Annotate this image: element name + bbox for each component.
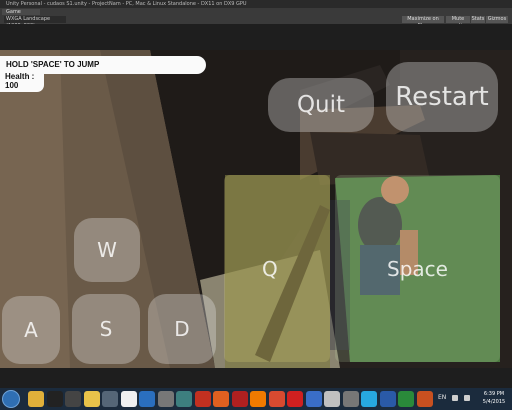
zbrush-icon[interactable] [157,391,174,407]
powerpoint-icon[interactable] [416,391,433,407]
game-view-toolbar: Game WXGA Landscape (1280x800) Maximize … [0,8,512,29]
window-titlebar: Unity Personal - cudaos S1.unity - Proje… [0,0,512,8]
quit-button[interactable]: Quit [268,78,374,132]
excel-icon[interactable] [398,391,414,407]
health-label: Health : [5,72,35,81]
viewport-padding [0,24,512,50]
aspect-ratio-dropdown[interactable]: WXGA Landscape (1280x800) [4,16,66,29]
stats-toggle[interactable]: Stats [471,16,485,23]
health-panel: Health : 100 [0,70,44,92]
opera-icon[interactable] [287,391,303,407]
instruction-text: HOLD 'SPACE' TO JUMP [6,60,100,69]
blender-icon[interactable] [305,391,322,407]
network-icon[interactable] [452,395,458,401]
skype-icon[interactable] [361,391,377,407]
start-button[interactable] [2,390,20,408]
maya-icon[interactable] [176,391,192,407]
viewport-bottom-padding [0,368,512,388]
q-action-button[interactable]: Q [224,175,330,362]
vlc-icon[interactable] [250,391,266,407]
explorer-icon[interactable] [83,391,100,407]
move-right-d-button[interactable]: D [148,294,216,364]
maximize-on-play-toggle[interactable]: Maximize on Play [402,16,444,29]
inkscape-icon[interactable] [120,391,137,407]
media-player-icon[interactable] [213,391,229,407]
move-forward-w-button[interactable]: W [74,218,140,282]
filezilla-icon[interactable] [231,391,248,407]
gimp-icon[interactable] [342,391,359,407]
unity-icon[interactable] [46,391,63,407]
gizmos-dropdown[interactable]: Gizmos [486,16,508,23]
window-title: Unity Personal - cudaos S1.unity - Proje… [6,1,247,7]
language-indicator[interactable]: EN [438,394,446,401]
mute-audio-toggle[interactable]: Mute audio [446,16,470,29]
volume-icon[interactable] [464,395,470,401]
photoshop-icon[interactable] [139,391,155,407]
game-viewport[interactable]: HOLD 'SPACE' TO JUMP Health : 100 Quit R… [0,50,512,368]
pdf-icon[interactable] [194,391,211,407]
move-left-a-button[interactable]: A [2,296,60,364]
windows-taskbar: EN 6:39 PM 5/4/2015 [0,388,512,410]
tab-game[interactable]: Game [2,9,40,15]
health-value: 100 [5,81,19,90]
firefox-icon[interactable] [268,391,285,407]
clock-time: 6:39 PM [483,391,505,397]
jump-space-button[interactable]: Space [335,175,500,362]
move-back-s-button[interactable]: S [72,294,140,364]
itunes-icon[interactable] [324,391,340,407]
clock-date: 5/4/2015 [482,399,506,405]
monodevelop-icon[interactable] [102,391,118,407]
chrome-icon[interactable] [28,391,44,407]
system-clock[interactable]: 6:39 PM 5/4/2015 [480,390,508,406]
word-icon[interactable] [379,391,396,407]
restart-button[interactable]: Restart [386,62,498,132]
unity-icon[interactable] [65,391,81,407]
